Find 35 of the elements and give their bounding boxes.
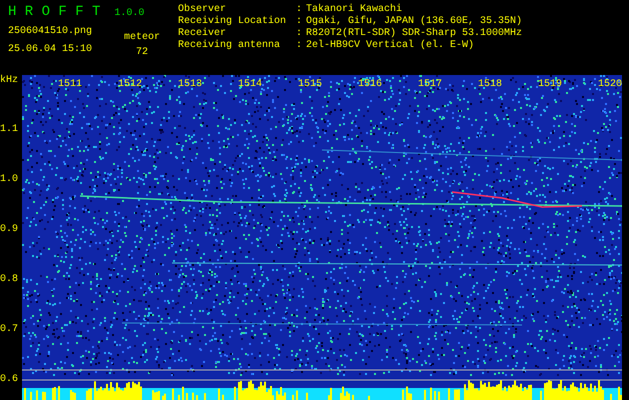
- info-value: Ogaki, Gifu, JAPAN (136.60E, 35.35N): [306, 16, 522, 28]
- version-label: 1.0.0: [114, 7, 144, 21]
- info-label: Receiving antenna: [178, 40, 282, 52]
- file-name: 2506041510.png: [8, 25, 94, 39]
- x-tick-label: 1513: [178, 79, 202, 91]
- app-title: H R O F F T: [8, 4, 100, 20]
- y-tick-label: 1.0: [0, 174, 18, 186]
- y-tick-label: 0.6: [0, 374, 18, 386]
- x-tick-label: 1516: [358, 79, 382, 91]
- info-label: Observer: [178, 4, 228, 16]
- x-tick-label: 1511: [58, 79, 82, 91]
- y-tick-label: 0.7: [0, 324, 18, 336]
- info-value: R820T2(RTL-SDR) SDR-Sharp 53.1000MHz: [306, 28, 522, 40]
- x-tick-label: 1520: [598, 79, 622, 91]
- info-separator: :: [296, 28, 302, 40]
- y-tick-label: 0.8: [0, 274, 18, 286]
- x-tick-label: 1519: [538, 79, 562, 91]
- meteor-count: 72: [136, 46, 148, 59]
- x-tick-label: 1512: [118, 79, 142, 91]
- info-separator: :: [296, 16, 302, 28]
- y-tick-label: 0.9: [0, 224, 18, 236]
- date-time: 25.06.04 15:10: [8, 43, 94, 57]
- info-label: Receiving Location: [178, 16, 288, 28]
- x-tick-label: 1515: [298, 79, 322, 91]
- x-tick-label: 1518: [478, 79, 502, 91]
- info-value: 2el-HB9CV Vertical (el. E-W): [306, 40, 476, 52]
- x-tick-label: 1517: [418, 79, 442, 91]
- x-tick-label: 1514: [238, 79, 262, 91]
- mode-label: meteor: [124, 31, 160, 44]
- info-label: Receiver: [178, 28, 228, 40]
- axis-unit: kHz: [0, 75, 18, 87]
- info-value: Takanori Kawachi: [306, 4, 404, 16]
- info-separator: :: [296, 40, 302, 52]
- y-tick-label: 1.1: [0, 124, 18, 136]
- info-separator: :: [296, 4, 302, 16]
